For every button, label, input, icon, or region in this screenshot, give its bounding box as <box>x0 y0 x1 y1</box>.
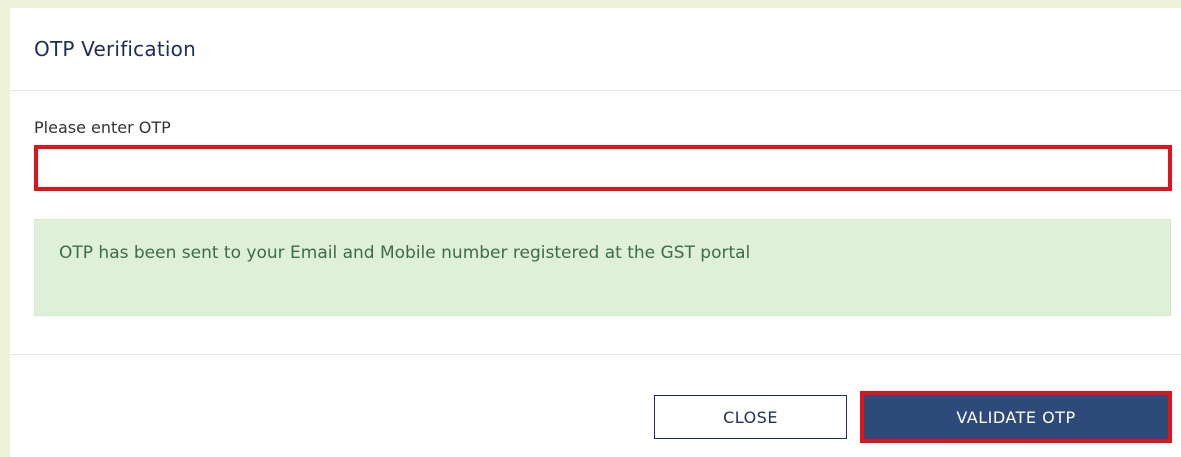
otp-sent-alert: OTP has been sent to your Email and Mobi… <box>34 219 1171 316</box>
validate-otp-button[interactable]: VALIDATE OTP <box>860 391 1172 443</box>
otp-label: Please enter OTP <box>34 118 171 137</box>
close-button[interactable]: CLOSE <box>654 395 847 439</box>
otp-sent-message: OTP has been sent to your Email and Mobi… <box>59 243 751 263</box>
modal-body: Please enter OTP OTP has been sent to yo… <box>10 91 1181 355</box>
modal-header: OTP Verification <box>10 8 1181 91</box>
otp-input[interactable] <box>34 145 1172 191</box>
modal-title: OTP Verification <box>34 37 196 61</box>
modal-footer: CLOSE VALIDATE OTP <box>10 355 1181 456</box>
otp-verification-modal: OTP Verification Please enter OTP OTP ha… <box>10 8 1181 457</box>
